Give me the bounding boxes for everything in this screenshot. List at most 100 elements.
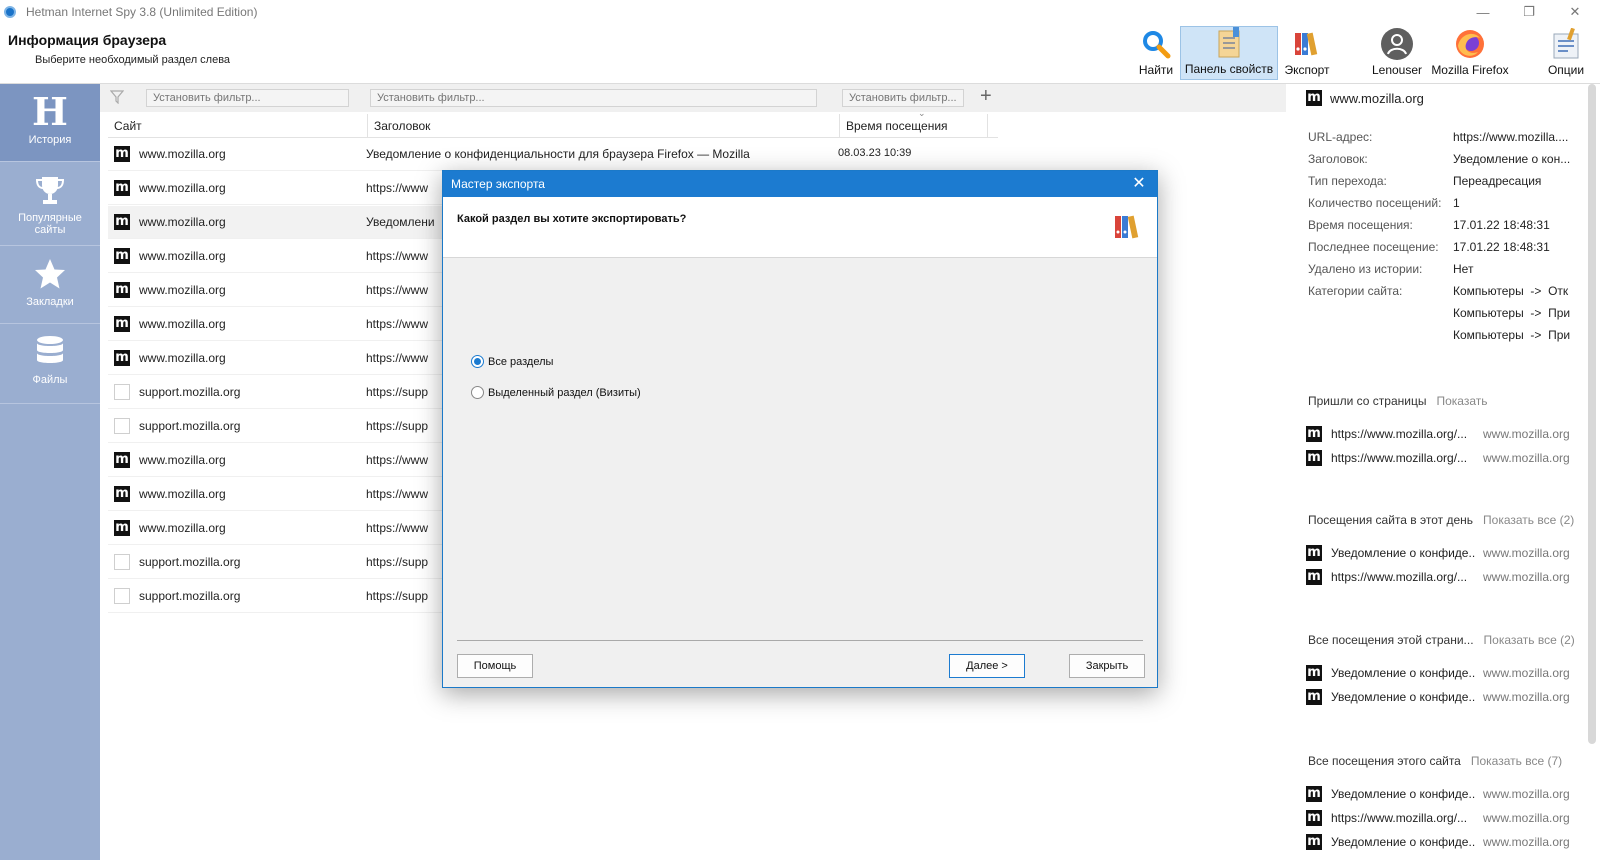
list-item-text: Уведомление о конфиде...	[1331, 666, 1476, 680]
help-button[interactable]: Помощь	[457, 654, 533, 678]
user-button[interactable]: Lenouser	[1366, 26, 1428, 80]
list-item-text: https://www.mozilla.org/...	[1331, 451, 1468, 465]
page-favicon-icon	[114, 554, 130, 570]
browser-label: Mozilla Firefox	[1431, 63, 1509, 77]
list-item-domain: www.mozilla.org	[1483, 666, 1570, 680]
close-window-button[interactable]: ✕	[1552, 0, 1598, 24]
radio-all-sections[interactable]: Все разделы	[471, 355, 553, 368]
row-site: www.mozilla.org	[139, 249, 226, 263]
table-row[interactable]: m www.mozilla.org Уведомление о конфиден…	[108, 138, 998, 171]
list-item[interactable]: m https://www.mozilla.org/... www.mozill…	[1306, 424, 1576, 444]
list-item[interactable]: m Уведомление о конфиде... www.mozilla.o…	[1306, 543, 1576, 563]
left-navigation: H История Популярные сайты Закладки Файл…	[0, 84, 100, 860]
mozilla-favicon-icon: m	[114, 146, 130, 162]
list-item-text: Уведомление о конфиде...	[1331, 546, 1476, 560]
page-subtitle: Выберите необходимый раздел слева	[35, 54, 231, 66]
row-time: 08.03.23 10:39	[838, 147, 912, 159]
prop-label-categories: Категории сайта:	[1308, 284, 1403, 298]
export-button[interactable]: Экспорт	[1280, 26, 1334, 80]
row-site: support.mozilla.org	[139, 419, 241, 433]
page-favicon-icon	[114, 588, 130, 604]
row-site: www.mozilla.org	[139, 487, 226, 501]
properties-panel: m www.mozilla.org URL-адрес: https://www…	[1286, 84, 1586, 860]
column-header-time[interactable]: Время посещения	[840, 114, 988, 138]
add-filter-button[interactable]: +	[980, 85, 992, 108]
list-item-text: https://www.mozilla.org/...	[1331, 427, 1468, 441]
list-item[interactable]: m Уведомление о конфиде... www.mozilla.o…	[1306, 784, 1576, 804]
close-button[interactable]: Закрыть	[1069, 654, 1145, 678]
browser-button[interactable]: Mozilla Firefox	[1428, 26, 1512, 80]
prop-value-url[interactable]: https://www.mozilla....	[1453, 130, 1588, 144]
mozilla-favicon-icon: m	[114, 180, 130, 196]
mozilla-favicon-icon: m	[1306, 450, 1322, 466]
properties-panel-icon	[1213, 27, 1245, 59]
prop-value-last-visit: 17.01.22 18:48:31	[1453, 240, 1550, 254]
list-item-domain: www.mozilla.org	[1483, 451, 1570, 465]
panel-scrollbar[interactable]	[1588, 84, 1596, 744]
properties-panel-label: Панель свойств	[1184, 62, 1274, 76]
radio-circle-checked[interactable]	[471, 355, 484, 368]
prop-value-title: Уведомление о кон...	[1453, 152, 1571, 166]
list-item[interactable]: m Уведомление о конфиде... www.mozilla.o…	[1306, 663, 1576, 683]
nav-item-popular-sites[interactable]: Популярные сайты	[0, 162, 100, 246]
mozilla-favicon-icon: m	[1306, 834, 1322, 850]
section-title: Посещения сайта в этот день	[1308, 513, 1474, 527]
show-all-link[interactable]: Показать все (7)	[1471, 754, 1562, 768]
minimize-button[interactable]: —	[1460, 0, 1506, 24]
show-all-link[interactable]: Показать все (2)	[1484, 633, 1575, 647]
find-button[interactable]: Найти	[1132, 26, 1180, 80]
nav-item-bookmarks[interactable]: Закладки	[0, 246, 100, 324]
mozilla-favicon-icon: m	[1306, 786, 1322, 802]
user-avatar-icon	[1381, 28, 1413, 60]
trophy-icon	[33, 172, 67, 208]
list-item-text: https://www.mozilla.org/...	[1331, 811, 1468, 825]
properties-panel-button[interactable]: Панель свойств	[1180, 26, 1278, 80]
radio-selected-section[interactable]: Выделенный раздел (Визиты)	[471, 386, 641, 399]
mozilla-favicon-icon: m	[114, 248, 130, 264]
radio-label: Выделенный раздел (Визиты)	[488, 386, 641, 399]
mozilla-favicon-icon: m	[114, 282, 130, 298]
next-button[interactable]: Далее >	[949, 654, 1025, 678]
show-link[interactable]: Показать	[1436, 394, 1487, 408]
options-button[interactable]: Опции	[1544, 26, 1588, 80]
nav-label-files: Файлы	[32, 374, 68, 386]
list-item-domain: www.mozilla.org	[1483, 787, 1570, 801]
row-site: support.mozilla.org	[139, 385, 241, 399]
nav-item-files[interactable]: Файлы	[0, 324, 100, 404]
page-title: Информация браузера	[8, 32, 167, 48]
list-item[interactable]: m Уведомление о конфиде... www.mozilla.o…	[1306, 687, 1576, 707]
list-item[interactable]: m Уведомление о конфиде... www.mozilla.o…	[1306, 832, 1576, 852]
row-site: www.mozilla.org	[139, 181, 226, 195]
list-item[interactable]: m https://www.mozilla.org/... www.mozill…	[1306, 567, 1576, 587]
mozilla-favicon-icon: m	[114, 214, 130, 230]
mozilla-favicon-icon: m	[1306, 665, 1322, 681]
nav-item-history[interactable]: H История	[0, 84, 100, 162]
dialog-close-icon[interactable]: ✕	[1129, 171, 1149, 197]
list-item-text: Уведомление о конфиде...	[1331, 835, 1476, 849]
list-item-domain: www.mozilla.org	[1483, 690, 1570, 704]
mozilla-favicon-icon: m	[114, 316, 130, 332]
mozilla-favicon-icon: m	[114, 452, 130, 468]
restore-button[interactable]: ❐	[1506, 0, 1552, 24]
radio-circle[interactable]	[471, 386, 484, 399]
column-header-site[interactable]: Сайт	[108, 114, 368, 138]
section-referrers: Пришли со страницы Показать	[1308, 394, 1488, 408]
nav-label-bookmarks: Закладки	[26, 296, 74, 308]
list-item-domain: www.mozilla.org	[1483, 570, 1570, 584]
mozilla-favicon-icon: m	[114, 350, 130, 366]
time-filter-input[interactable]	[842, 89, 964, 107]
row-site: www.mozilla.org	[139, 521, 226, 535]
show-all-link[interactable]: Показать все (2)	[1483, 513, 1574, 527]
history-icon: H	[32, 89, 68, 134]
prop-value-visit-count: 1	[1453, 196, 1460, 210]
prop-label-transition: Тип перехода:	[1308, 174, 1387, 188]
title-filter-input[interactable]	[370, 89, 817, 107]
filter-bar: +	[100, 84, 1286, 112]
table-header: Сайт Заголовок Время посещения ⌄	[108, 108, 998, 138]
options-label: Опции	[1547, 63, 1585, 77]
column-header-title[interactable]: Заголовок	[368, 114, 840, 138]
list-item[interactable]: m https://www.mozilla.org/... www.mozill…	[1306, 448, 1576, 468]
site-filter-input[interactable]	[146, 89, 349, 107]
list-item[interactable]: m https://www.mozilla.org/... www.mozill…	[1306, 808, 1576, 828]
section-title: Пришли со страницы	[1308, 394, 1427, 408]
